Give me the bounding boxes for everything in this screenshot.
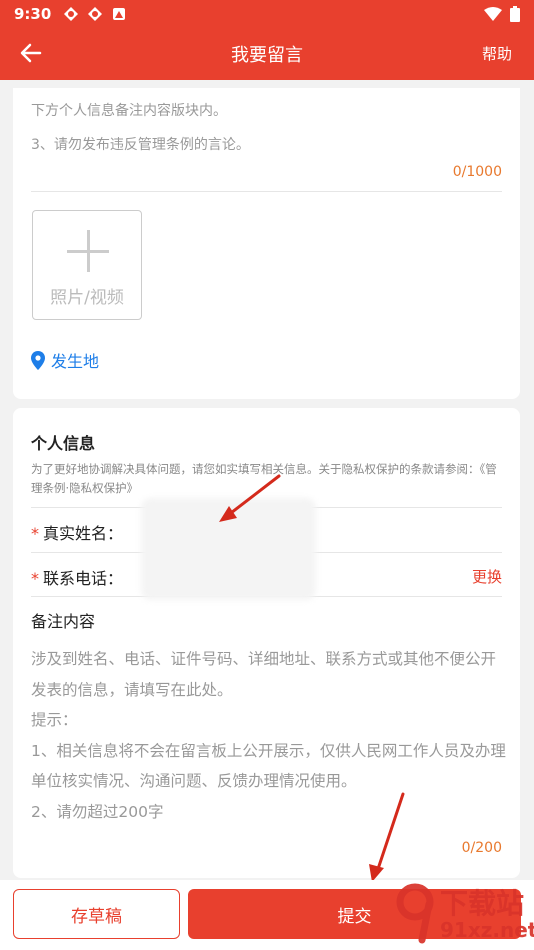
site-watermark-logo: 下载站 91xz.net bbox=[392, 880, 534, 948]
watermark-text: 下载站 bbox=[440, 887, 525, 920]
app-header: 我要留言 帮助 bbox=[0, 28, 534, 80]
message-hint-line[interactable]: 3、请勿发布违反管理条例的言论。 bbox=[31, 134, 250, 154]
location-label: 发生地 bbox=[51, 352, 100, 371]
help-button[interactable]: 帮助 bbox=[482, 43, 512, 64]
status-bar: 9:30 bbox=[0, 0, 534, 28]
location-pin-icon bbox=[31, 350, 45, 370]
remark-placeholder-line: 2、请勿超过200字 bbox=[31, 802, 164, 821]
image-notification-icon bbox=[113, 8, 126, 20]
save-draft-button[interactable]: 存草稿 bbox=[13, 889, 180, 939]
location-selector[interactable]: 发生地 bbox=[31, 348, 99, 372]
battery-icon bbox=[510, 6, 520, 22]
page-title: 我要留言 bbox=[231, 45, 303, 66]
wifi-icon bbox=[484, 7, 502, 21]
remark-placeholder-line: 涉及到姓名、电话、证件号码、详细地址、联系方式或其他不便公开发表的信息，请填写在… bbox=[31, 650, 497, 699]
watermark-9-logo-icon bbox=[396, 883, 434, 944]
upload-label: 照片/视频 bbox=[50, 288, 124, 308]
message-card: 下方个人信息备注内容版块内。 3、请勿发布违反管理条例的言论。 0/1000 照… bbox=[13, 88, 520, 399]
blurred-personal-data bbox=[141, 498, 316, 600]
real-name-field[interactable]: * 真实姓名： bbox=[31, 520, 123, 544]
back-arrow-icon[interactable] bbox=[16, 38, 46, 68]
remark-char-counter: 0/200 bbox=[461, 840, 502, 856]
real-name-label: 真实姓名： bbox=[43, 524, 124, 543]
personal-info-card: 个人信息 为了更好地协调解决具体问题，请您如实填写相关信息。关于隐私权保护的条款… bbox=[13, 408, 520, 878]
upload-photo-video-button[interactable]: 照片/视频 bbox=[32, 210, 142, 320]
divider bbox=[31, 191, 502, 192]
message-char-counter: 0/1000 bbox=[452, 164, 502, 180]
required-mark: * bbox=[31, 569, 39, 588]
phone-label: 联系电话： bbox=[43, 569, 124, 588]
required-mark: * bbox=[31, 524, 39, 543]
section-title: 个人信息 bbox=[31, 434, 96, 453]
privacy-description: 为了更好地协调解决具体问题，请您如实填写相关信息。关于隐私权保护的条款请参阅：《… bbox=[31, 462, 497, 495]
phone-field[interactable]: * 联系电话： bbox=[31, 565, 123, 589]
change-phone-button[interactable]: 更换 bbox=[472, 566, 502, 587]
watermark-url: 91xz.net bbox=[440, 918, 534, 942]
remark-input[interactable]: 涉及到姓名、电话、证件号码、详细地址、联系方式或其他不便公开发表的信息，请填写在… bbox=[31, 644, 511, 827]
status-time: 9:30 bbox=[14, 5, 52, 23]
message-hint-line[interactable]: 下方个人信息备注内容版块内。 bbox=[31, 100, 227, 120]
app-notification-icon bbox=[64, 7, 79, 21]
app-notification-icon bbox=[88, 7, 103, 21]
plus-icon bbox=[87, 230, 90, 272]
remark-placeholder-line: 1、相关信息将不会在留言板上公开展示，仅供人民网工作人员及办理单位核实情况、沟通… bbox=[31, 741, 506, 791]
remark-placeholder-line: 提示： bbox=[31, 711, 78, 729]
remark-title: 备注内容 bbox=[31, 612, 96, 631]
